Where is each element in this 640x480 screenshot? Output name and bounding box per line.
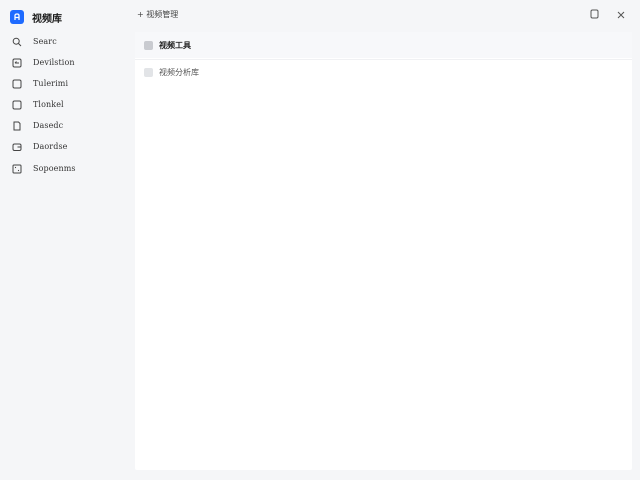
brand[interactable]: 视频库 <box>10 9 62 25</box>
window-icon <box>590 6 599 24</box>
list-item[interactable]: 视频工具 <box>135 32 632 58</box>
sidebar-item-daordse[interactable]: Daordse <box>0 136 128 157</box>
sidebar-item-label: Daordse <box>33 142 68 151</box>
file-icon <box>12 121 22 131</box>
close-button[interactable] <box>615 9 627 21</box>
app-logo-icon <box>10 10 24 24</box>
wallet-icon <box>12 142 22 152</box>
sidebar: 视频库 Searc Devilstion Tulerimi Tlonkel Da… <box>0 0 128 480</box>
breadcrumb: + 视频管理 <box>137 10 179 19</box>
app-name: 视频库 <box>32 13 62 25</box>
top-bar: + 视频管理 <box>128 0 640 31</box>
sidebar-item-label: Devilstion <box>33 58 75 67</box>
close-icon <box>617 6 625 24</box>
square-icon <box>12 79 22 89</box>
list-item-label: 视频工具 <box>159 40 191 50</box>
grid-icon <box>12 164 22 174</box>
sidebar-item-label: Searc <box>33 37 57 46</box>
sidebar-nav: Searc Devilstion Tulerimi Tlonkel Dasedc <box>0 31 128 179</box>
sidebar-item-label: Tulerimi <box>33 79 69 88</box>
sidebar-item-devilstion[interactable]: Devilstion <box>0 52 128 73</box>
video-icon <box>12 58 22 68</box>
sidebar-item-sopoenms[interactable]: Sopoenms <box>0 158 128 179</box>
sidebar-item-tulerimi[interactable]: Tulerimi <box>0 73 128 94</box>
row-checkbox[interactable] <box>144 40 153 50</box>
sidebar-item-dasedc[interactable]: Dasedc <box>0 115 128 136</box>
list-item-label: 视频分析库 <box>159 68 199 77</box>
sidebar-item-label: Sopoenms <box>33 164 76 173</box>
sidebar-item-label: Tlonkel <box>33 100 64 109</box>
sidebar-item-search[interactable]: Searc <box>0 31 128 52</box>
search-icon <box>12 37 22 47</box>
sidebar-item-tlonkel[interactable]: Tlonkel <box>0 94 128 115</box>
window-button[interactable] <box>588 9 600 21</box>
main-panel: 视频工具 视频分析库 <box>135 32 632 470</box>
square-icon <box>12 100 22 110</box>
sidebar-item-label: Dasedc <box>33 121 64 130</box>
list-item[interactable]: 视频分析库 <box>135 59 632 85</box>
row-checkbox[interactable] <box>144 68 153 77</box>
